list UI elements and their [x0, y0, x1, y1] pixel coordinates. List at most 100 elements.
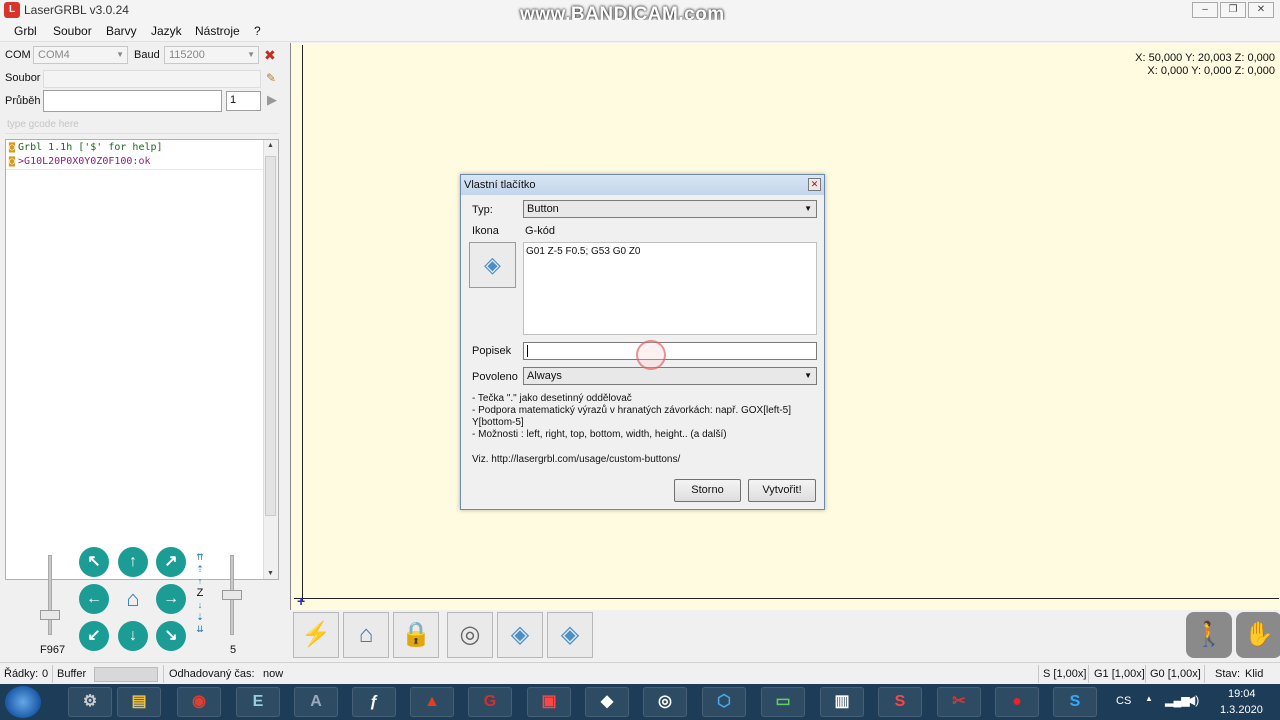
g1-override[interactable]: G1 [1,00x] [1094, 668, 1145, 680]
step-slider-thumb[interactable] [222, 590, 242, 600]
cube-app-icon[interactable]: ⬡ [702, 687, 746, 717]
command-input[interactable]: type gcode here [5, 116, 279, 134]
folder-icon[interactable]: ▤ [117, 687, 161, 717]
icon-picker-button[interactable]: ◈ [469, 242, 516, 288]
jog-down-right-button[interactable]: ↘ [156, 621, 186, 651]
create-button[interactable]: Vytvořit! [748, 479, 816, 502]
volume-icon[interactable]: ◀) [1186, 693, 1199, 707]
type-label: Typ: [472, 204, 493, 216]
passes-value: 1 [230, 94, 237, 106]
file-field[interactable] [43, 70, 261, 88]
menu-help[interactable]: ? [254, 24, 261, 38]
maximize-button[interactable]: ❐ [1220, 2, 1246, 18]
close-icon[interactable]: ✕ [808, 178, 821, 191]
settings-app-icon[interactable]: ⚙ [68, 687, 112, 717]
capture-icon[interactable]: ▣ [527, 687, 571, 717]
record-icon[interactable]: ● [995, 687, 1039, 717]
custom-button-icon[interactable]: ◈ [497, 612, 543, 658]
open-file-icon[interactable]: ✎ [266, 71, 276, 85]
cancel-button[interactable]: Storno [674, 479, 741, 502]
z-down-icon[interactable]: ⇣ [194, 611, 206, 623]
jog-down-button[interactable]: ↓ [118, 621, 148, 651]
paint-tool-icon[interactable]: ✂ [937, 687, 981, 717]
status-bar: Řádky: 0 Buffer Odhadovaný čas: now S [1… [0, 662, 1280, 684]
file-label: Soubor [5, 72, 41, 84]
run-program-icon[interactable]: ▶ [267, 92, 277, 108]
grbl-icon[interactable]: G [468, 687, 512, 717]
connect-icon[interactable]: ✖ [264, 47, 276, 64]
menu-tools[interactable]: Nástroje [195, 24, 240, 38]
jog-up-right-button[interactable]: ↗ [156, 547, 186, 577]
stop-hand-icon[interactable]: ✋ [1236, 612, 1280, 658]
gcode-textarea[interactable]: G01 Z-5 F0.5; G53 G0 Z0 [523, 242, 817, 335]
z-up-icon[interactable]: ⇡ [194, 563, 206, 575]
clock-time[interactable]: 19:04 [1228, 688, 1256, 700]
printer-app-icon[interactable]: ▥ [820, 687, 864, 717]
gcode-value: G01 Z-5 F0.5; G53 G0 Z0 [526, 246, 641, 257]
laser-icon[interactable]: ⚡ [293, 612, 339, 658]
laser-app-icon[interactable]: ◎ [643, 687, 687, 717]
scroll-thumb[interactable] [265, 156, 276, 516]
menu-grbl[interactable]: Grbl [14, 24, 37, 38]
unlock-icon[interactable]: 🔒 [393, 612, 439, 658]
passes-stepper[interactable]: 1 [226, 91, 261, 111]
jog-up-left-button[interactable]: ↖ [79, 547, 109, 577]
custom-button-strip: ⚡ ⌂ 🔒 ◎ ◈ ◈ 🚶 ✋ [290, 610, 1280, 660]
flame-app-icon[interactable]: ▲ [410, 687, 454, 717]
state-label: Stav: [1215, 668, 1241, 680]
help-link[interactable]: Viz. http://lasergrbl.com/usage/custom-b… [472, 454, 680, 465]
jog-right-button[interactable]: → [156, 584, 186, 614]
menu-file[interactable]: Soubor [53, 24, 92, 38]
scroll-up-icon[interactable]: ▲ [267, 142, 274, 149]
walk-icon[interactable]: 🚶 [1186, 612, 1232, 658]
step-label: 5 [230, 644, 237, 656]
type-select[interactable]: Button ▼ [523, 200, 817, 218]
jog-home-button[interactable]: ⌂ [117, 583, 149, 615]
z-up-icon[interactable]: ⇈ [194, 551, 206, 563]
gcode-label: G-kód [525, 225, 555, 237]
language-indicator[interactable]: CS [1116, 695, 1131, 707]
chrome-icon[interactable]: ◉ [177, 687, 221, 717]
minimize-button[interactable]: – [1192, 2, 1218, 18]
z-down-icon[interactable]: ↓ [194, 599, 206, 611]
clock-date[interactable]: 1.3.2020 [1220, 704, 1263, 716]
home-icon[interactable]: ⌂ [343, 612, 389, 658]
g0-override[interactable]: G0 [1,00x] [1150, 668, 1201, 680]
scroll-down-icon[interactable]: ▼ [267, 570, 274, 577]
s-override[interactable]: S [1,00x] [1043, 668, 1086, 680]
buffer-bar [94, 667, 158, 682]
jog-down-left-button[interactable]: ↙ [79, 621, 109, 651]
text-caret [527, 345, 528, 357]
window-title: LaserGRBL v3.0.24 [24, 3, 129, 17]
baud-rate-select[interactable]: 115200 ▼ [164, 46, 259, 64]
caption-input[interactable] [523, 342, 817, 360]
start-button[interactable] [5, 686, 41, 718]
menu-language[interactable]: Jazyk [151, 24, 182, 38]
enabled-select[interactable]: Always ▼ [523, 367, 817, 385]
menu-colors[interactable]: Barvy [106, 24, 137, 38]
skype-icon[interactable]: S [1053, 687, 1097, 717]
title-bar: L LaserGRBL v3.0.24 www.BANDICAM.com – ❐… [0, 0, 1280, 25]
z-axis-label: Z [196, 587, 204, 599]
tray-expand-icon[interactable]: ▲ [1145, 694, 1153, 703]
monitor-app-icon[interactable]: ▭ [761, 687, 805, 717]
inkscape-icon[interactable]: A [294, 687, 338, 717]
globe-icon[interactable]: ◎ [447, 612, 493, 658]
editor-icon[interactable]: E [236, 687, 280, 717]
jog-left-button[interactable]: ← [79, 584, 109, 614]
z-down-icon[interactable]: ⇊ [194, 623, 206, 635]
device-app-icon[interactable]: ◆ [585, 687, 629, 717]
feed-slider-track[interactable] [48, 555, 52, 635]
feed-slider-thumb[interactable] [40, 610, 60, 620]
solidworks-icon[interactable]: S [878, 687, 922, 717]
jog-up-button[interactable]: ↑ [118, 547, 148, 577]
cad-tool-icon[interactable]: ƒ [352, 687, 396, 717]
z-up-icon[interactable]: ↑ [194, 575, 206, 587]
status-divider [52, 665, 53, 683]
custom-button-icon[interactable]: ◈ [547, 612, 593, 658]
close-window-button[interactable]: ✕ [1248, 2, 1274, 18]
console-scrollbar[interactable]: ▲ ▼ [263, 140, 278, 579]
eta-value: now [263, 668, 284, 680]
com-port-select[interactable]: COM4 ▼ [33, 46, 128, 64]
caption-label: Popisek [472, 345, 512, 357]
